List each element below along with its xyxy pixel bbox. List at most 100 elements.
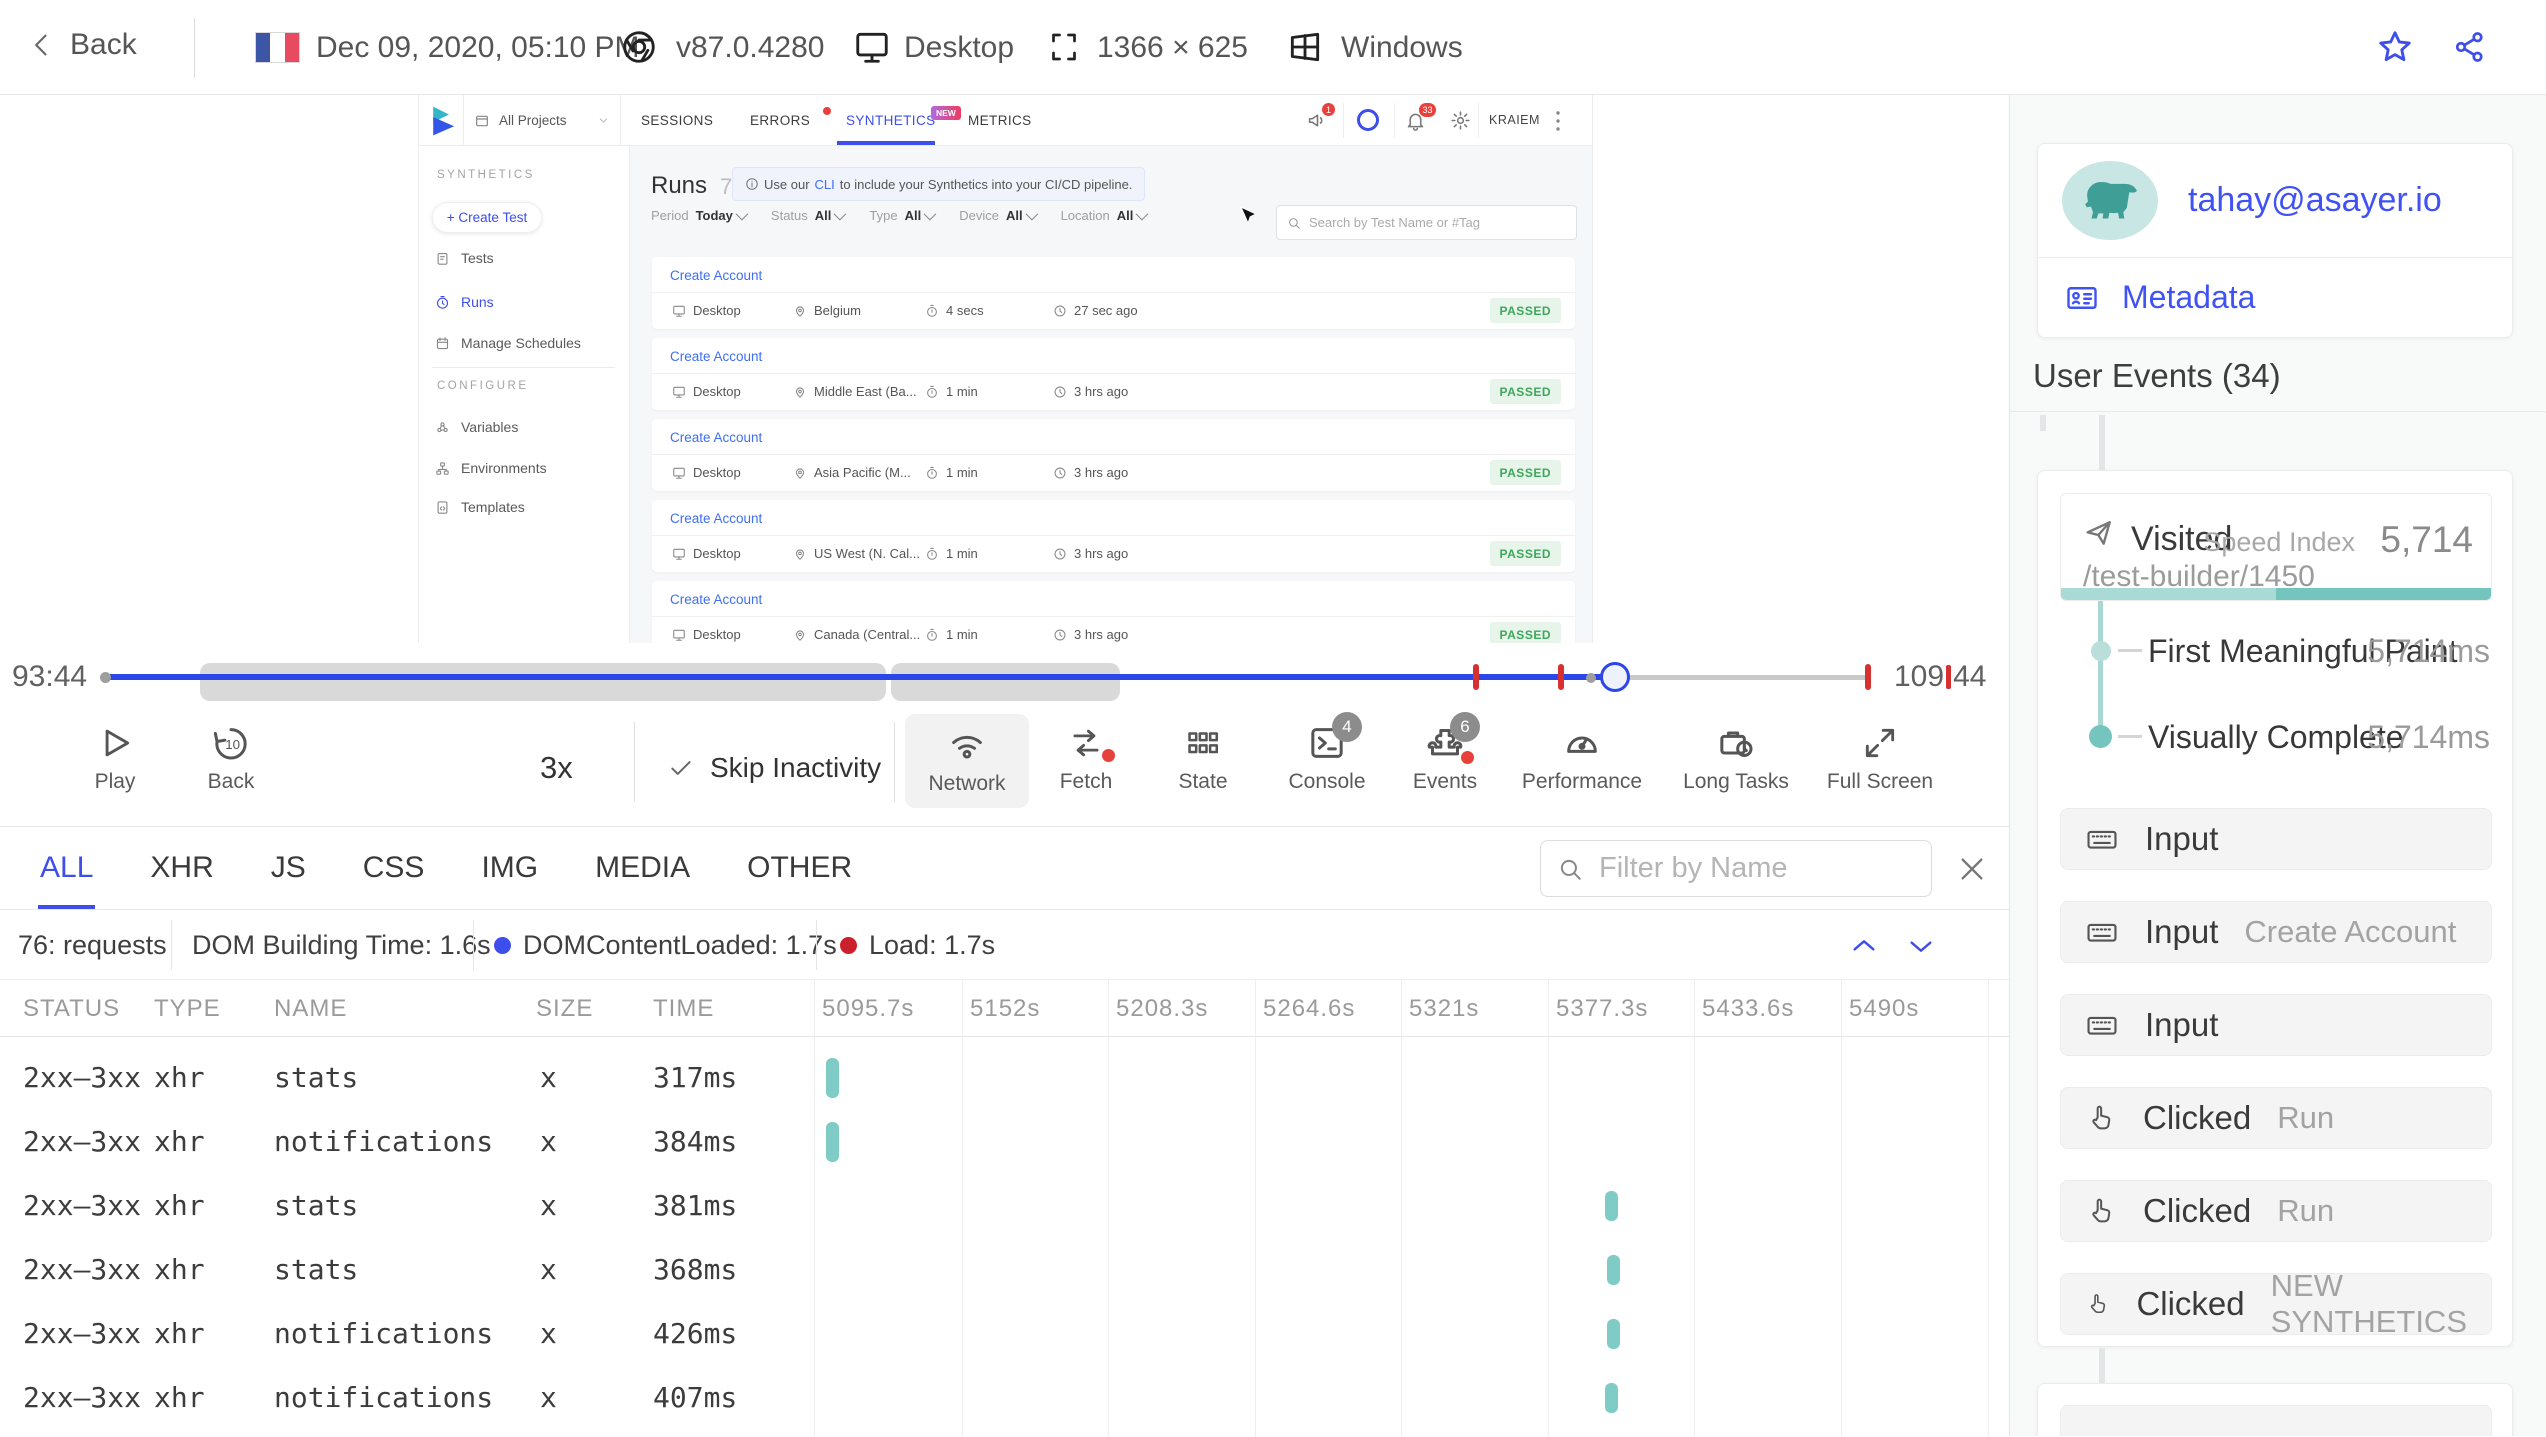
play-button[interactable]: Play [80,722,150,794]
test-search-box[interactable]: Search by Test Name or #Tag [1276,205,1577,240]
filter-type[interactable]: TypeAll [869,208,933,223]
test-name-link[interactable]: Create Account [652,338,1575,374]
cell-time: 368ms [653,1238,737,1302]
run-card[interactable]: Create Account Desktop Middle East (Ba..… [652,338,1575,410]
event-label: Clicked [2143,1099,2251,1137]
id-card-icon [2064,280,2100,316]
sidebar-item-variables[interactable]: Variables [435,416,518,438]
long-tasks-panel-button[interactable]: Long Tasks [1680,722,1792,794]
test-name-link[interactable]: Create Account [652,419,1575,455]
sidebar-item-manage-schedules[interactable]: Manage Schedules [435,332,581,354]
event-item-input[interactable]: Input [2060,808,2492,870]
error-event-marker[interactable] [1865,664,1871,690]
more-menu-icon[interactable] [1555,110,1561,132]
favorite-star-icon[interactable] [2376,28,2414,66]
event-item-click[interactable]: Clicked NEW SYNTHETICS [2060,1273,2492,1335]
tab-errors[interactable]: ERRORS [750,95,810,146]
jump-next-icon[interactable] [1905,930,1937,962]
metadata-button[interactable]: Metadata [2064,257,2255,338]
tab-sessions[interactable]: SESSIONS [641,95,713,146]
tab-all[interactable]: ALL [40,827,93,909]
close-panel-icon[interactable] [1956,853,1988,885]
back-button[interactable]: Back [28,28,137,62]
jump-previous-icon[interactable] [1848,930,1880,962]
cli-link[interactable]: CLI [815,177,835,192]
skip-inactivity-toggle[interactable]: Skip Inactivity [668,710,881,826]
sidebar-item-runs[interactable]: Runs [435,291,494,313]
col-type[interactable]: TYPE [154,980,221,1037]
table-row[interactable]: 2xx–3xx xhr notifications x 384ms [0,1110,2009,1174]
visited-event-card[interactable]: Visited Speed Index 5,714 /test-builder/… [2060,493,2492,601]
timeline-remaining-track[interactable] [1615,675,1868,680]
event-item-click[interactable]: Clicked Run [2060,1087,2492,1149]
user-email-link[interactable]: tahay@asayer.io [2188,144,2442,257]
tab-other[interactable]: OTHER [747,827,852,909]
tab-metrics[interactable]: METRICS [968,95,1032,146]
user-menu[interactable]: KRAIEM [1489,95,1540,146]
event-dot [1586,673,1596,683]
tab-xhr[interactable]: XHR [150,827,213,909]
state-panel-button[interactable]: State [1163,722,1243,794]
event-item-input[interactable]: Input Create Account [2060,901,2492,963]
tab-js[interactable]: JS [271,827,306,909]
error-event-marker[interactable] [1558,664,1564,690]
test-name-link[interactable]: Create Account [652,500,1575,536]
back-10s-button[interactable]: 10 Back [196,722,266,794]
console-panel-button[interactable]: 4 Console [1282,722,1372,794]
event-item-input[interactable]: Input [2060,994,2492,1056]
col-status[interactable]: STATUS [23,980,120,1037]
tab-img[interactable]: IMG [481,827,538,909]
timeline-progress[interactable] [105,674,1615,680]
location-pin-icon [793,628,807,642]
test-name-link[interactable]: Create Account [652,581,1575,617]
run-card[interactable]: Create Account Desktop Canada (Central..… [652,581,1575,643]
tab-synthetics[interactable]: SYNTHETICS [846,95,936,146]
playback-speed-button[interactable]: 3x [540,710,573,826]
run-card[interactable]: Create Account Desktop US West (N. Cal..… [652,500,1575,572]
filter-period[interactable]: PeriodToday [651,208,745,223]
col-size[interactable]: SIZE [536,980,593,1037]
table-row[interactable]: 2xx–3xx xhr stats x 381ms [0,1174,2009,1238]
chevron-down-icon [597,114,610,127]
create-test-button[interactable]: + Create Test [432,202,542,233]
project-selector[interactable]: All Projects [463,95,621,146]
event-item-partial[interactable] [2060,1405,2492,1436]
cell-type: xhr [154,1046,205,1110]
sidebar-item-tests[interactable]: Tests [435,247,494,269]
event-item-click[interactable]: Clicked Run [2060,1180,2492,1242]
run-device: Desktop [693,303,741,318]
filter-input-field[interactable] [1597,851,1915,886]
tab-media[interactable]: MEDIA [595,827,690,909]
tab-css[interactable]: CSS [363,827,425,909]
fetch-panel-button[interactable]: Fetch [1046,722,1126,794]
divider [2010,411,2546,412]
table-row[interactable]: 2xx–3xx xhr notifications x 407ms [0,1366,2009,1430]
network-panel-button[interactable]: Network [905,714,1029,808]
events-panel-button[interactable]: 6 Events [1400,722,1490,794]
filter-status[interactable]: StatusAll [771,208,843,223]
filter-device[interactable]: DeviceAll [959,208,1034,223]
fullscreen-button[interactable]: Full Screen [1824,722,1936,794]
settings-gear-icon[interactable] [1450,110,1471,131]
filters-bar: PeriodToday StatusAll TypeAll DeviceAll … [651,208,1145,223]
filter-location[interactable]: LocationAll [1061,208,1146,223]
share-icon[interactable] [2452,29,2488,65]
run-card[interactable]: Create Account Desktop Belgium 4 secs 27… [652,257,1575,329]
user-card: tahay@asayer.io Metadata [2037,143,2513,338]
table-row[interactable]: 2xx–3xx xhr stats x 317ms [0,1046,2009,1110]
sidebar-item-environments[interactable]: Environments [435,457,547,479]
table-row[interactable]: 2xx–3xx xhr notifications x 426ms [0,1302,2009,1366]
test-name-link[interactable]: Create Account [652,257,1575,293]
filter-by-name-input[interactable] [1540,840,1932,897]
error-event-marker[interactable] [1473,664,1479,690]
cell-status: 2xx–3xx [23,1366,141,1430]
search-placeholder: Search by Test Name or #Tag [1309,215,1480,230]
sidebar-item-templates[interactable]: Templates [435,496,525,518]
col-name[interactable]: NAME [274,980,347,1037]
location-pin-icon [793,466,807,480]
playhead-knob[interactable] [1600,662,1630,692]
table-row[interactable]: 2xx–3xx xhr stats x 368ms [0,1238,2009,1302]
run-card[interactable]: Create Account Desktop Asia Pacific (M..… [652,419,1575,491]
performance-panel-button[interactable]: Performance [1520,722,1644,794]
col-time[interactable]: TIME [653,980,714,1037]
